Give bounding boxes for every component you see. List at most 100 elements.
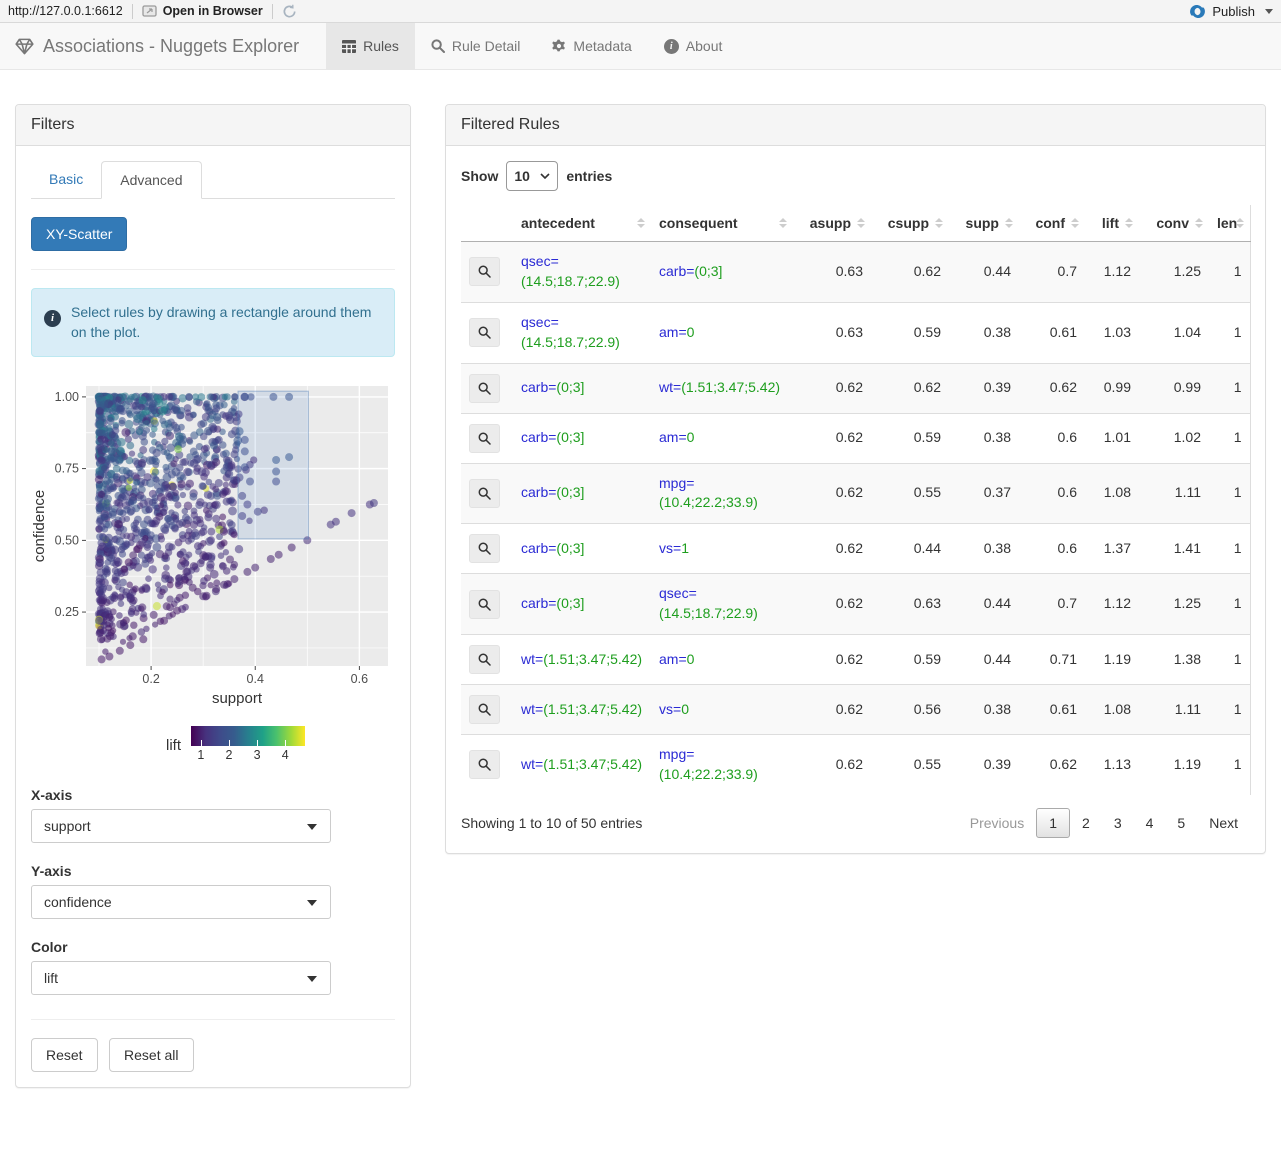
- tab-basic[interactable]: Basic: [31, 161, 101, 199]
- scatter-plot[interactable]: 0.2 0.4 0.6 0.25 0.50 0.75 1.00 support confiden…: [31, 378, 393, 713]
- pagination-page-2[interactable]: 2: [1070, 809, 1102, 837]
- reset-all-button[interactable]: Reset all: [109, 1037, 194, 1072]
- rule-detail-button[interactable]: [469, 695, 500, 724]
- rule-detail-button[interactable]: [469, 645, 500, 674]
- column-header-csupp[interactable]: csupp: [871, 205, 949, 242]
- legend-tick-label: 3: [253, 747, 261, 762]
- legend-tick-label: 2: [225, 747, 233, 762]
- scatter-plot-svg[interactable]: 0.2 0.4 0.6 0.25 0.50 0.75 1.00 support confiden…: [31, 378, 393, 708]
- pagination-page-3[interactable]: 3: [1102, 809, 1134, 837]
- svg-text:0.4: 0.4: [247, 672, 264, 686]
- lift-cell: 1.08: [1085, 462, 1139, 524]
- lift-cell: 1.13: [1085, 733, 1139, 795]
- color-select[interactable]: lift: [31, 960, 331, 995]
- column-header-consequent[interactable]: consequent: [651, 205, 793, 242]
- svg-text:0.75: 0.75: [55, 461, 79, 475]
- consequent-cell: vs=1: [651, 523, 793, 574]
- x-axis-label: X-axis: [31, 786, 73, 803]
- sort-icon[interactable]: [1195, 218, 1203, 228]
- lift-cell: 0.99: [1085, 362, 1139, 413]
- reset-button[interactable]: Reset: [31, 1037, 98, 1072]
- table-header-row: antecedent consequent asupp csupp supp conf li…: [461, 205, 1251, 242]
- pagination-page-5[interactable]: 5: [1165, 809, 1197, 837]
- antecedent-cell: qsec=(14.5;18.7;22.9): [521, 253, 620, 289]
- csupp-cell: 0.62: [871, 362, 949, 413]
- column-header-supp[interactable]: supp: [949, 205, 1019, 242]
- magnifier-icon: [478, 653, 491, 666]
- rule-detail-button[interactable]: [469, 589, 500, 619]
- rule-detail-button[interactable]: [469, 373, 500, 403]
- tab-metadata[interactable]: Metadata: [536, 23, 647, 69]
- rule-detail-button[interactable]: [469, 423, 500, 453]
- tab-rules[interactable]: Rules: [326, 23, 415, 69]
- rule-detail-button[interactable]: [469, 318, 500, 348]
- tab-rule-detail[interactable]: Rule Detail: [415, 23, 536, 69]
- csupp-cell: 0.59: [871, 634, 949, 685]
- len-cell: 1: [1209, 301, 1251, 363]
- open-in-browser-label: Open in Browser: [162, 4, 263, 18]
- csupp-cell: 0.55: [871, 462, 949, 524]
- column-header-conv[interactable]: conv: [1139, 205, 1209, 242]
- table-row: wt=(1.51;3.47;5.42) am=0 0.62 0.59 0.44 …: [461, 634, 1251, 685]
- column-header-antecedent[interactable]: antecedent: [513, 205, 651, 242]
- sort-icon[interactable]: [1005, 218, 1013, 228]
- column-header-asupp[interactable]: asupp: [793, 205, 871, 242]
- x-axis-value: support: [44, 817, 91, 834]
- sort-icon[interactable]: [637, 218, 645, 228]
- sort-icon[interactable]: [1235, 218, 1244, 228]
- tab-about[interactable]: i About: [648, 23, 739, 69]
- column-header-conf[interactable]: conf: [1019, 205, 1085, 242]
- entries-label: entries: [566, 168, 613, 184]
- conv-cell: 1.25: [1139, 573, 1209, 635]
- supp-cell: 0.38: [949, 523, 1019, 574]
- svg-text:0.50: 0.50: [55, 533, 79, 547]
- csupp-cell: 0.59: [871, 412, 949, 463]
- legend-tick-label: 1: [197, 747, 205, 762]
- table-row: carb=(0;3] vs=1 0.62 0.44 0.38 0.6 1.37 …: [461, 523, 1251, 574]
- len-cell: 1: [1209, 573, 1251, 635]
- pagination-page-1[interactable]: 1: [1036, 807, 1071, 838]
- pagination-next[interactable]: Next: [1197, 809, 1250, 837]
- tab-advanced[interactable]: Advanced: [101, 161, 202, 199]
- rule-detail-button[interactable]: [469, 478, 500, 508]
- sort-icon[interactable]: [779, 218, 787, 228]
- page-length-select[interactable]: 10: [506, 161, 559, 191]
- sort-icon[interactable]: [935, 218, 943, 228]
- csupp-cell: 0.59: [871, 301, 949, 363]
- xy-scatter-button[interactable]: XY-Scatter: [31, 217, 128, 251]
- sort-icon[interactable]: [1071, 218, 1079, 228]
- svg-text:0.2: 0.2: [142, 672, 159, 686]
- publish-caret-icon[interactable]: [1265, 8, 1273, 14]
- column-header-lift[interactable]: lift: [1085, 205, 1139, 242]
- publish-button[interactable]: Publish: [1189, 4, 1273, 19]
- consequent-cell: qsec=(14.5;18.7;22.9): [651, 573, 793, 635]
- antecedent-cell: carb=(0;3]: [513, 573, 651, 635]
- search-icon: [431, 39, 445, 53]
- column-header-len[interactable]: len: [1209, 205, 1251, 242]
- sort-icon[interactable]: [857, 218, 865, 228]
- antecedent-cell: carb=(0;3]: [513, 412, 651, 463]
- legend-tick: [285, 739, 287, 746]
- y-axis-select[interactable]: confidence: [31, 884, 331, 919]
- consequent-cell: mpg=(10.4;22.2;33.9): [651, 462, 793, 524]
- rule-detail-button[interactable]: [469, 257, 500, 287]
- x-axis-select[interactable]: support: [31, 808, 331, 843]
- len-cell: 1: [1209, 684, 1251, 735]
- rule-detail-button[interactable]: [469, 534, 500, 564]
- pagination-previous[interactable]: Previous: [958, 809, 1036, 837]
- magnifier-icon: [478, 703, 491, 716]
- antecedent-cell: wt=(1.51;3.47;5.42): [513, 634, 651, 685]
- sort-icon[interactable]: [1125, 218, 1133, 228]
- pagination-page-4[interactable]: 4: [1134, 809, 1166, 837]
- conf-cell: 0.6: [1019, 523, 1085, 574]
- open-in-browser-button[interactable]: Open in Browser: [142, 4, 263, 18]
- legend-tick-label: 4: [281, 747, 289, 762]
- len-cell: 1: [1209, 733, 1251, 795]
- svg-text:0.6: 0.6: [351, 672, 368, 686]
- rule-detail-button[interactable]: [469, 750, 500, 780]
- antecedent-cell: qsec=(14.5;18.7;22.9): [513, 301, 651, 363]
- len-cell: 1: [1209, 634, 1251, 685]
- tab-rule-detail-label: Rule Detail: [451, 38, 521, 54]
- antecedent-cell: carb=(0;3]: [513, 462, 651, 524]
- refresh-icon[interactable]: [282, 4, 297, 19]
